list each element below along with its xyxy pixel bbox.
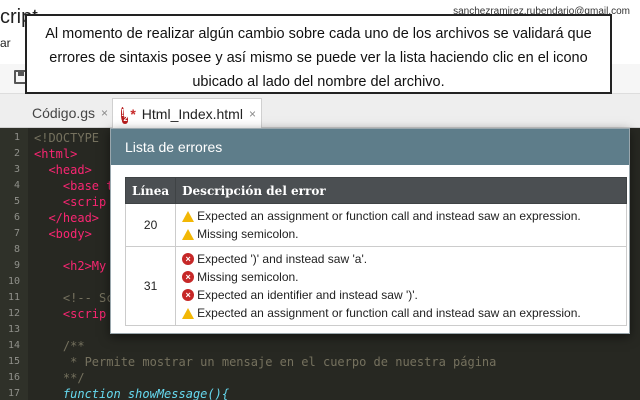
error-message-text: Expected an identifier and instead saw '… (197, 288, 418, 302)
help-callout: Al momento de realizar algún cambio sobr… (25, 14, 612, 94)
code-text: <scrip (34, 307, 107, 321)
line-number: 10 (7, 276, 20, 287)
error-message: Expected an assignment or function call … (182, 304, 620, 322)
line-number: 6 (13, 212, 20, 223)
code-line: 15 * Permite mostrar un mensaje en el cu… (0, 354, 640, 370)
error-line-number[interactable]: 20 (124, 203, 177, 247)
error-message: × Missing semicolon. (182, 268, 620, 286)
line-number: 11 (7, 292, 20, 303)
error-message-text: Expected an assignment or function call … (197, 209, 581, 223)
error-list-panel: Lista de errores Línea Descripción del e… (110, 128, 630, 334)
error-badge-icon[interactable]: ! (121, 106, 130, 124)
close-icon[interactable]: × (249, 107, 256, 121)
code-line: 17 function showMessage(){ (0, 386, 640, 400)
line-number: 12 (7, 308, 20, 319)
code-text: <!-- Sc (34, 291, 114, 305)
error-message: × Expected ')' and instead saw 'a'. (182, 250, 620, 268)
error-description-cell: Expected an assignment or function call … (175, 203, 627, 247)
error-description-cell: × Expected ')' and instead saw 'a'. × Missi… (175, 246, 627, 326)
line-number: 17 (7, 388, 20, 399)
code-text: <body> (34, 227, 92, 241)
error-icon: × (182, 253, 195, 265)
error-message-text: Missing semicolon. (197, 227, 299, 241)
code-text: **/ (34, 371, 85, 385)
line-number: 9 (13, 260, 20, 271)
error-panel-title: Lista de errores (111, 129, 629, 165)
warning-icon (182, 210, 195, 222)
code-text: <head> (34, 163, 92, 177)
line-number: 5 (13, 196, 20, 207)
code-text: /** (34, 339, 85, 353)
error-table: Línea Descripción del error 20 Expected a… (124, 177, 627, 326)
modified-marker: * (130, 105, 136, 122)
error-table-header: Línea Descripción del error (124, 177, 627, 204)
close-icon[interactable]: × (101, 106, 108, 120)
error-line-number[interactable]: 31 (124, 246, 177, 326)
error-message: × Expected an identifier and instead saw … (182, 286, 620, 304)
code-text: </head> (34, 211, 100, 225)
warning-icon (182, 307, 195, 319)
error-row: 31 × Expected ')' and instead saw 'a'. × Mis… (124, 246, 627, 326)
line-number: 13 (7, 324, 20, 335)
error-message-text: Missing semicolon. (197, 270, 299, 284)
line-number: 2 (13, 148, 20, 159)
line-number: 16 (7, 372, 20, 383)
tab-label: Código.gs (32, 105, 96, 121)
code-text: function showMessage(){ (34, 387, 230, 400)
line-number: 14 (7, 340, 20, 351)
code-text: <scrip (34, 195, 107, 209)
line-number: 1 (13, 132, 20, 143)
code-line: 16 **/ (0, 370, 640, 386)
app-menu-fragment[interactable]: ar (0, 36, 11, 50)
warning-icon (182, 228, 195, 240)
code-text: * Permite mostrar un mensaje en el cuerp… (34, 355, 497, 369)
tab-label: Html_Index.html (141, 105, 243, 122)
error-message: Expected an assignment or function call … (182, 207, 620, 225)
line-number: 15 (7, 356, 20, 367)
line-number: 3 (13, 164, 20, 175)
code-text: <h2>My F (34, 259, 121, 273)
error-message: Missing semicolon. (182, 225, 620, 243)
code-text: <html> (34, 147, 78, 161)
column-header-line: Línea (124, 177, 177, 204)
line-number: 4 (13, 180, 20, 191)
column-header-description: Descripción del error (175, 177, 627, 204)
error-icon: × (182, 289, 195, 301)
error-icon: × (182, 271, 195, 283)
line-number: 8 (13, 244, 20, 255)
error-message-text: Expected an assignment or function call … (197, 306, 581, 320)
error-row: 20 Expected an assignment or function cal… (124, 203, 627, 247)
tab-codigo-gs[interactable]: Código.gs × (24, 98, 120, 128)
code-text: <base ta (34, 179, 121, 193)
tab-html-index[interactable]: ! * Html_Index.html × (112, 98, 262, 128)
code-text: <!DOCTYPE (34, 131, 100, 145)
code-line: 14 /** (0, 338, 640, 354)
line-number: 7 (13, 228, 20, 239)
error-message-text: Expected ')' and instead saw 'a'. (197, 252, 368, 266)
file-tab-bar: Código.gs × ! * Html_Index.html × (0, 94, 640, 128)
